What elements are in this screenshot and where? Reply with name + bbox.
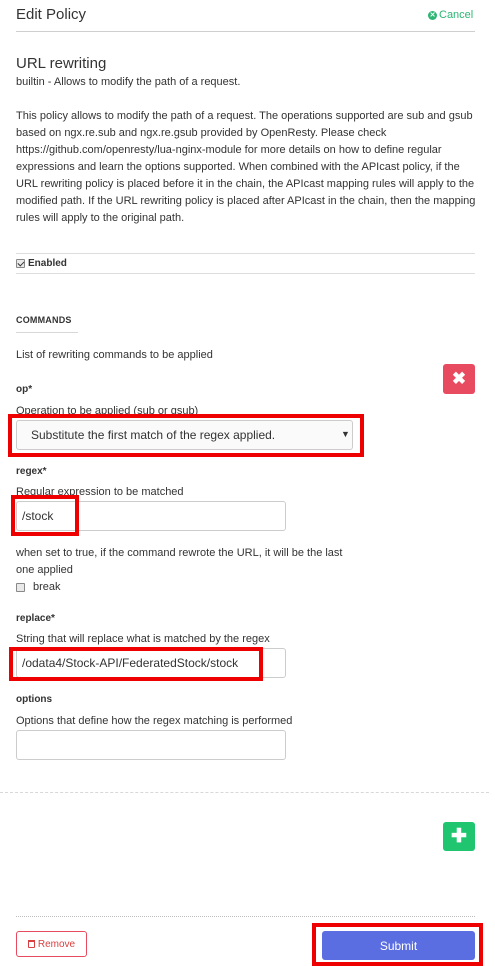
replace-help: String that will replace what is matched… — [16, 633, 270, 645]
remove-button[interactable]: Remove — [16, 931, 87, 957]
regex-label: regex* — [16, 466, 47, 477]
enabled-label: Enabled — [28, 258, 67, 269]
remove-label: Remove — [37, 938, 76, 950]
replace-input[interactable]: /odata4/Stock-API/FederatedStock/stock — [16, 648, 286, 678]
break-help: when set to true, if the command rewrote… — [16, 547, 343, 576]
replace-label: replace* — [16, 613, 55, 624]
regex-help: Regular expression to be matched — [16, 486, 184, 498]
policy-name: URL rewriting — [16, 55, 107, 72]
op-help: Operation to be applied (sub or gsub) — [16, 405, 199, 417]
cancel-label: Cancel — [439, 9, 474, 21]
op-label: op* — [16, 384, 33, 395]
policy-description: This policy allows to modify the path of… — [16, 110, 476, 224]
op-select[interactable]: Substitute the first match of the regex … — [16, 420, 353, 450]
break-checkbox-row[interactable]: break — [16, 581, 61, 593]
commands-description: List of rewriting commands to be applied — [16, 349, 213, 361]
submit-button[interactable]: Submit — [322, 931, 475, 960]
close-icon: ✖ — [451, 369, 467, 388]
cancel-link[interactable]: ✕ Cancel — [428, 9, 473, 21]
break-label: break — [33, 581, 61, 593]
page-title: Edit Policy — [16, 6, 87, 23]
header-divider — [16, 31, 475, 32]
commands-underline — [16, 332, 78, 333]
commands-section-title: COMMANDS — [16, 315, 72, 325]
enabled-checkbox-row[interactable]: Enabled — [16, 258, 67, 269]
chevron-down-icon: ▼ — [341, 429, 350, 439]
plus-icon: ✚ — [451, 826, 467, 847]
trash-icon — [27, 940, 35, 948]
options-input[interactable] — [16, 730, 286, 760]
enabled-bottom-divider — [16, 273, 475, 274]
delete-command-button[interactable]: ✖ — [443, 364, 475, 394]
add-command-button[interactable]: ✚ — [443, 822, 475, 851]
enabled-top-divider — [16, 253, 475, 254]
policy-summary: builtin - Allows to modify the path of a… — [16, 76, 241, 88]
options-help: Options that define how the regex matchi… — [16, 715, 293, 727]
break-checkbox[interactable] — [16, 582, 25, 592]
footer-separator — [16, 916, 475, 917]
options-label: options — [16, 694, 53, 705]
close-circle-icon: ✕ — [428, 10, 437, 20]
commands-separator — [0, 792, 489, 793]
regex-input[interactable]: /stock — [16, 501, 286, 531]
enabled-checkbox[interactable] — [16, 259, 25, 268]
